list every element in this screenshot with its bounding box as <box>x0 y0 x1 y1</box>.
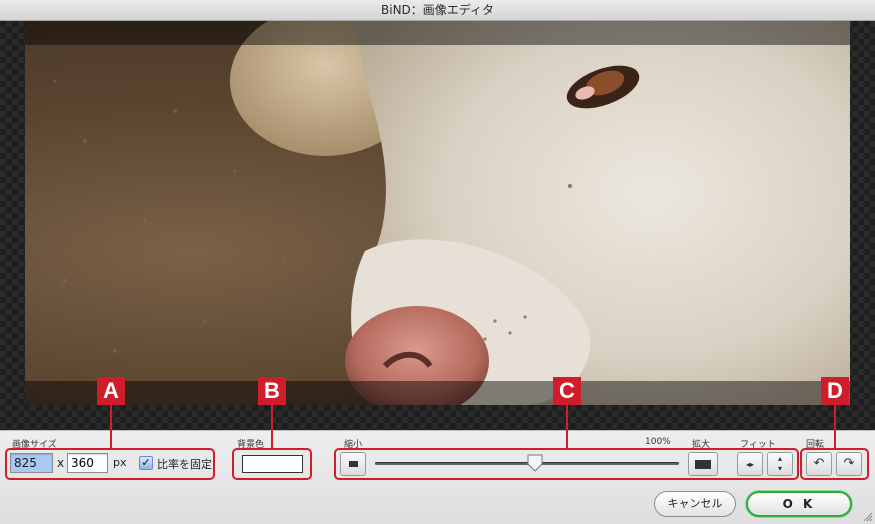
fit-vertical-button[interactable]: ▴ ▾ <box>767 452 793 476</box>
window-title: BiND：画像エディタ <box>381 3 494 17</box>
fit-vertical-icon: ▴ ▾ <box>777 454 782 473</box>
rotate-right-icon: ↷ <box>843 456 855 471</box>
size-unit: px <box>113 456 127 469</box>
fit-horizontal-button[interactable]: ◂▸ <box>737 452 763 476</box>
background-color-swatch[interactable] <box>242 455 303 473</box>
marker-b-leader <box>271 401 273 448</box>
zoom-in-icon <box>695 459 711 469</box>
lock-ratio-label[interactable]: 比率を固定 <box>157 456 212 472</box>
marker-d: D <box>821 377 849 405</box>
rotate-left-button[interactable]: ↶ <box>806 452 832 476</box>
width-field[interactable]: 825 <box>10 453 53 473</box>
crop-shade-bottom <box>25 381 850 405</box>
control-panel: 画像サイズ 825 x 360 px ✓ 比率を固定 背景色 縮小 100% 拡… <box>0 430 875 524</box>
marker-c: C <box>553 377 581 405</box>
crop-shade-top <box>25 21 850 45</box>
cancel-button[interactable]: キャンセル <box>654 491 736 517</box>
dog-photo <box>53 21 850 405</box>
image-canvas[interactable] <box>0 21 875 430</box>
rotate-left-icon: ↶ <box>813 456 825 471</box>
fit-horizontal-icon: ◂▸ <box>745 460 755 469</box>
zoom-out-icon <box>348 461 358 467</box>
height-field[interactable]: 360 <box>67 453 108 473</box>
marker-d-leader <box>834 401 836 448</box>
marker-a: A <box>97 377 125 405</box>
marker-a-leader <box>110 401 112 448</box>
window-titlebar: BiND：画像エディタ <box>0 0 875 21</box>
checkmark-icon: ✓ <box>141 456 151 469</box>
marker-c-leader <box>566 401 568 448</box>
photo-preview[interactable] <box>25 21 850 405</box>
ok-button[interactable]: O K <box>746 491 852 517</box>
zoom-in-button[interactable] <box>688 452 718 476</box>
zoom-slider-thumb[interactable] <box>526 454 544 472</box>
dimension-separator: x <box>57 456 65 470</box>
marker-b: B <box>258 377 286 405</box>
resize-grip-icon[interactable] <box>861 510 873 522</box>
zoom-out-button[interactable] <box>340 452 366 476</box>
rotate-right-button[interactable]: ↷ <box>836 452 862 476</box>
lock-ratio-checkbox[interactable]: ✓ <box>139 456 153 470</box>
zoom-percent-label: 100% <box>645 437 671 447</box>
